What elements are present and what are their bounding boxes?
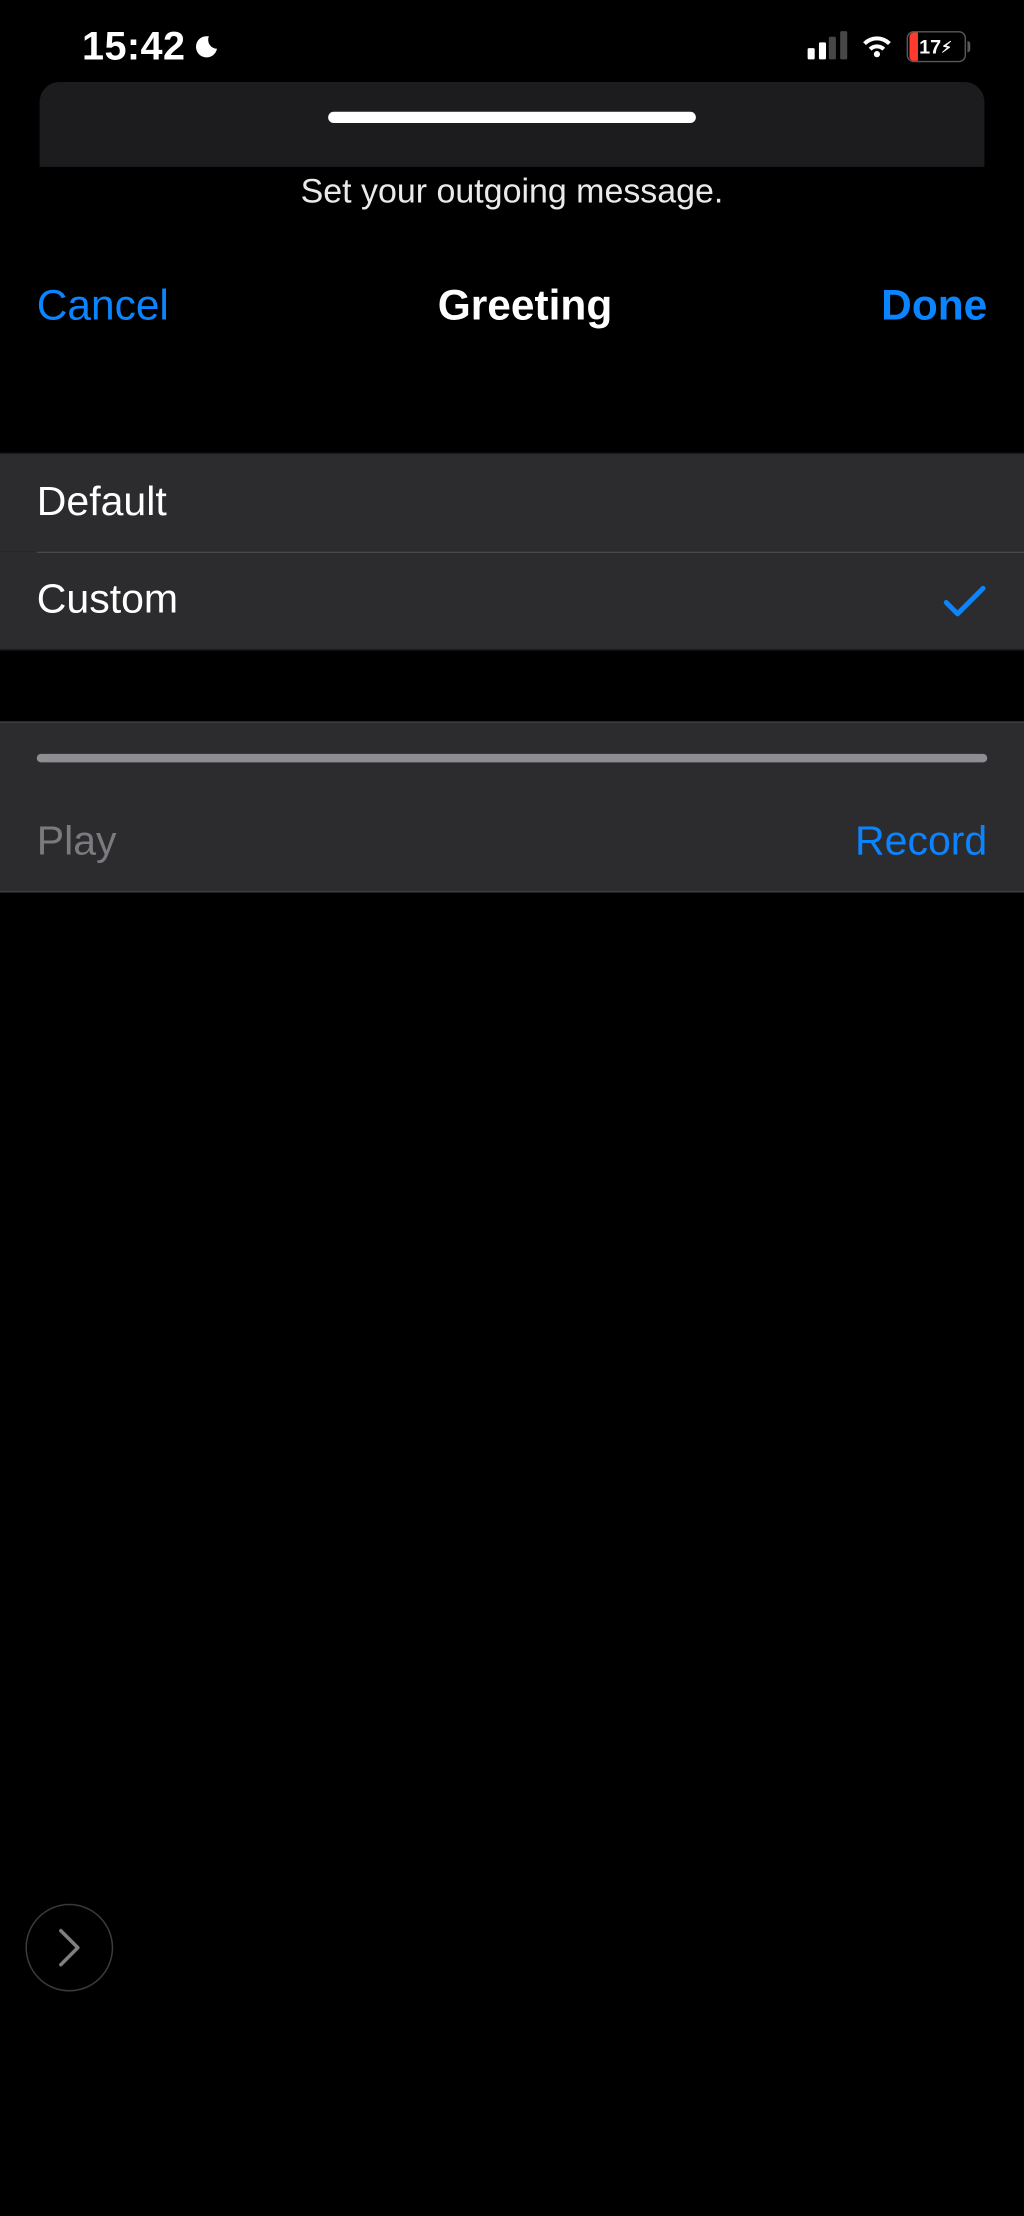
chevron-right-icon xyxy=(55,1926,83,1968)
charging-icon: ⚡︎ xyxy=(941,37,952,55)
play-button: Play xyxy=(37,819,117,866)
option-default[interactable]: Default xyxy=(0,454,1024,552)
home-indicator[interactable] xyxy=(328,112,696,123)
status-time: 15:42 xyxy=(82,24,185,69)
wifi-icon xyxy=(858,33,895,61)
greeting-options-group: Default Custom xyxy=(0,453,1024,651)
option-default-label: Default xyxy=(37,479,167,526)
cellular-signal-icon xyxy=(808,34,847,59)
battery-percent: 17 xyxy=(919,35,941,58)
playback-controls: Play Record xyxy=(0,793,1024,892)
checkmark-icon xyxy=(942,582,987,619)
cancel-button[interactable]: Cancel xyxy=(37,283,169,331)
record-button[interactable]: Record xyxy=(855,819,987,866)
page-title: Greeting xyxy=(438,283,612,331)
done-button[interactable]: Done xyxy=(881,283,987,331)
option-custom-label: Custom xyxy=(37,577,178,624)
status-right: 17⚡︎ xyxy=(808,31,971,62)
playback-slider[interactable] xyxy=(37,754,987,762)
status-left: 15:42 xyxy=(82,24,222,69)
option-custom[interactable]: Custom xyxy=(0,552,1024,650)
sheet-subtitle: Set your outgoing message. xyxy=(0,139,1024,213)
battery-icon: 17⚡︎ xyxy=(906,31,970,62)
nav-bar: Cancel Greeting Done xyxy=(0,212,1024,331)
forward-fab[interactable] xyxy=(25,1904,113,1992)
playback-slider-group xyxy=(0,721,1024,793)
do-not-disturb-icon xyxy=(194,33,222,61)
status-bar: 15:42 17⚡︎ xyxy=(0,0,1024,76)
